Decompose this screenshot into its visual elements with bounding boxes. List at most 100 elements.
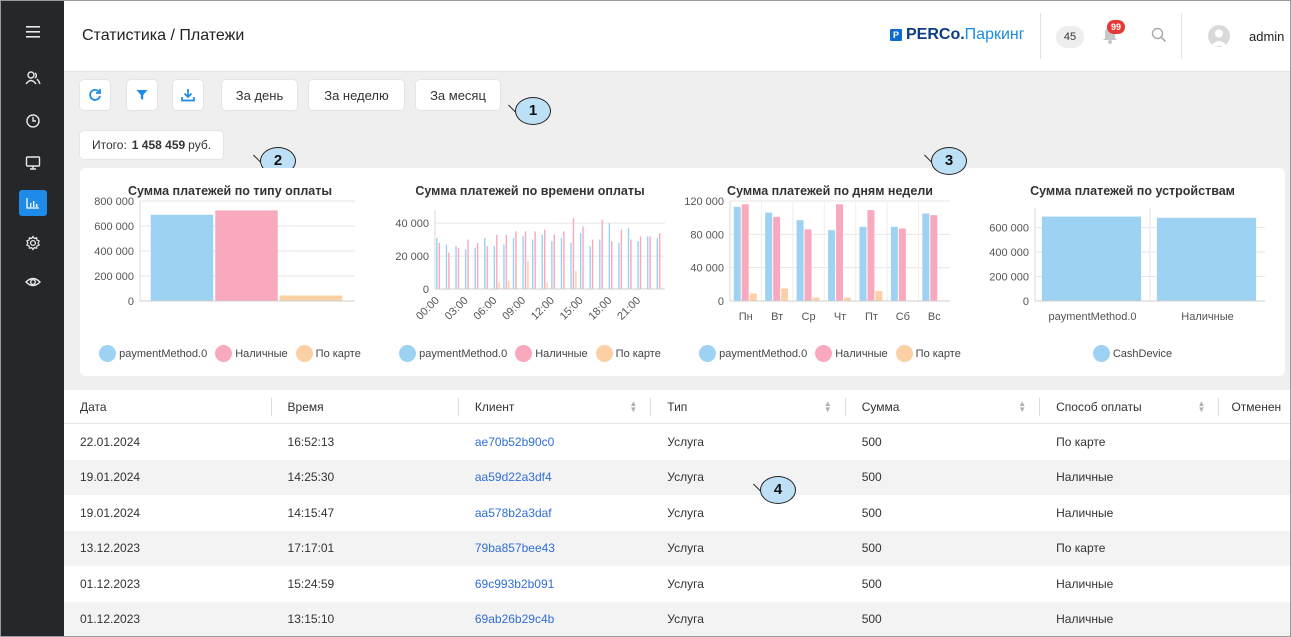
- bar[interactable]: [436, 237, 438, 289]
- bar[interactable]: [599, 239, 601, 289]
- bar[interactable]: [505, 234, 508, 289]
- bar[interactable]: [658, 233, 661, 289]
- bar[interactable]: [551, 241, 553, 289]
- column-header-cancelled[interactable]: Отменен: [1219, 390, 1290, 424]
- column-header-date[interactable]: Дата: [64, 390, 272, 424]
- bar[interactable]: [637, 241, 639, 289]
- bar[interactable]: [279, 295, 343, 302]
- cell-client[interactable]: 79ba857bee43: [458, 530, 652, 566]
- cell-client[interactable]: ae70b52b90c0: [459, 424, 651, 460]
- bar[interactable]: [749, 293, 757, 302]
- cell-client[interactable]: aa578b2a3daf: [459, 495, 651, 531]
- bar[interactable]: [608, 223, 611, 289]
- count-badge[interactable]: 45: [1056, 26, 1084, 48]
- legend-item[interactable]: Наличные: [215, 345, 288, 362]
- search-icon[interactable]: [1151, 27, 1167, 48]
- legend-item[interactable]: По карте: [595, 345, 661, 362]
- legend-item[interactable]: paymentMethod.0: [99, 345, 207, 362]
- bar[interactable]: [541, 234, 543, 289]
- bar[interactable]: [467, 239, 469, 289]
- avatar[interactable]: [1208, 25, 1230, 47]
- bar[interactable]: [508, 280, 510, 289]
- bar[interactable]: [503, 244, 505, 289]
- bar[interactable]: [589, 246, 591, 289]
- bar[interactable]: [898, 228, 906, 302]
- legend-item[interactable]: По карте: [295, 345, 361, 362]
- bar[interactable]: [591, 239, 594, 289]
- legend-item[interactable]: paymentMethod.0: [399, 345, 507, 362]
- eye-icon[interactable]: [1, 265, 64, 299]
- bar[interactable]: [522, 236, 524, 289]
- bar[interactable]: [486, 246, 488, 289]
- bar[interactable]: [649, 236, 651, 289]
- column-header-client[interactable]: Клиент ▲ ▼: [458, 390, 652, 424]
- bar[interactable]: [611, 241, 613, 289]
- table-row[interactable]: 19.01.2024 14:25:30 aa59d22a3df4 Услуга 500 Н…: [64, 459, 1290, 495]
- bar[interactable]: [524, 231, 527, 289]
- bar[interactable]: [553, 234, 556, 289]
- refresh-button[interactable]: [80, 80, 110, 110]
- bar[interactable]: [930, 215, 938, 301]
- legend-item[interactable]: Наличные: [815, 345, 888, 362]
- bar[interactable]: [765, 212, 773, 301]
- bar[interactable]: [445, 244, 448, 289]
- bar[interactable]: [582, 226, 584, 289]
- bar[interactable]: [781, 288, 789, 302]
- cell-client[interactable]: aa59d22a3df4: [458, 459, 652, 495]
- bar[interactable]: [630, 239, 632, 289]
- bar[interactable]: [733, 206, 741, 301]
- legend-item[interactable]: Наличные: [515, 345, 588, 362]
- cell-client[interactable]: 69ab26b29c4b: [458, 601, 652, 636]
- bar[interactable]: [484, 237, 486, 289]
- bar[interactable]: [836, 204, 843, 301]
- user-name[interactable]: admin: [1249, 29, 1284, 44]
- bar[interactable]: [476, 242, 479, 289]
- legend-item[interactable]: По карте: [895, 345, 961, 362]
- bar[interactable]: [1041, 216, 1142, 301]
- statistics-icon[interactable]: [1, 186, 64, 220]
- menu-icon[interactable]: [1, 15, 64, 49]
- bar[interactable]: [464, 249, 467, 290]
- bar[interactable]: [474, 247, 476, 289]
- bar[interactable]: [1156, 217, 1257, 301]
- bar[interactable]: [563, 231, 565, 289]
- bar[interactable]: [438, 242, 441, 289]
- table-row[interactable]: 01.12.2023 15:24:59 69c993b2b091 Услуга 500 Н…: [64, 566, 1290, 602]
- column-header-type[interactable]: Тип ▲ ▼: [651, 390, 846, 424]
- bar[interactable]: [741, 204, 749, 301]
- bar[interactable]: [572, 218, 575, 289]
- period-day-button[interactable]: За день: [222, 80, 297, 110]
- sort-icon[interactable]: ▲ ▼: [629, 400, 637, 414]
- bar[interactable]: [646, 236, 649, 289]
- bar[interactable]: [560, 237, 563, 289]
- bar[interactable]: [496, 234, 498, 289]
- bar[interactable]: [890, 226, 898, 301]
- column-header-time[interactable]: Время: [271, 390, 459, 424]
- bar[interactable]: [656, 237, 658, 289]
- bar[interactable]: [215, 210, 278, 301]
- column-header-amount[interactable]: Сумма ▲ ▼: [845, 390, 1041, 424]
- bar[interactable]: [922, 213, 930, 302]
- bar[interactable]: [804, 229, 812, 301]
- table-row[interactable]: 13.12.2023 17:17:01 79ba857bee43 Услуга 500 П…: [64, 530, 1290, 566]
- bar[interactable]: [620, 229, 623, 289]
- sort-icon[interactable]: ▲ ▼: [824, 400, 832, 414]
- bar[interactable]: [455, 246, 457, 289]
- bar[interactable]: [570, 242, 572, 289]
- bar[interactable]: [546, 282, 548, 289]
- bar[interactable]: [515, 231, 517, 289]
- legend-item[interactable]: paymentMethod.0: [699, 345, 807, 362]
- bar[interactable]: [543, 229, 546, 289]
- bar[interactable]: [498, 282, 500, 289]
- bar[interactable]: [457, 247, 460, 289]
- bar[interactable]: [493, 246, 496, 289]
- bar[interactable]: [828, 230, 836, 301]
- cell-client[interactable]: 69c993b2b091: [459, 566, 651, 602]
- bar[interactable]: [575, 270, 577, 289]
- bar[interactable]: [579, 233, 582, 289]
- bar[interactable]: [527, 261, 529, 289]
- history-icon[interactable]: [1, 104, 64, 138]
- bar[interactable]: [531, 239, 534, 289]
- settings-icon[interactable]: [1, 226, 64, 260]
- bar[interactable]: [534, 231, 536, 289]
